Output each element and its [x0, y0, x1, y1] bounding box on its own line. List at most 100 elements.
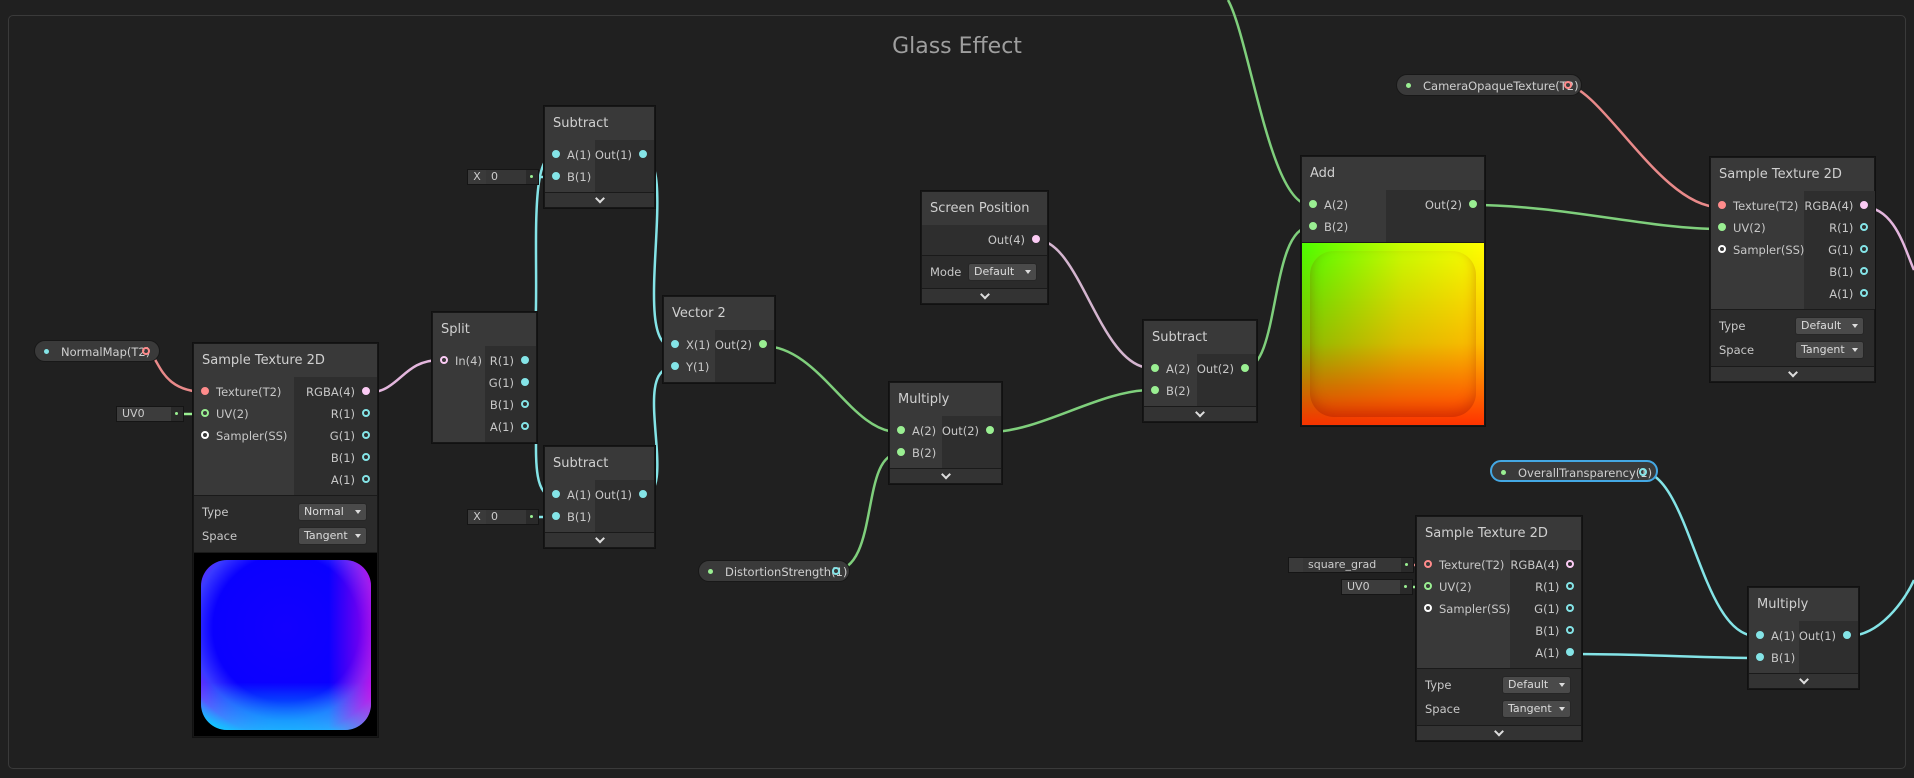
output-port[interactable]: G(1)	[1804, 239, 1875, 261]
port-connector-icon[interactable]	[897, 448, 905, 456]
port-connector-icon[interactable]	[362, 387, 370, 395]
output-port[interactable]: B(1)	[294, 447, 377, 469]
port-connector-icon[interactable]	[1151, 386, 1159, 394]
port-connector-icon[interactable]	[1756, 631, 1764, 639]
subtract-b-inline-field[interactable]: X 0	[467, 509, 539, 525]
port-connector-icon[interactable]	[1424, 582, 1432, 590]
node-title[interactable]: Sample Texture 2D	[1417, 517, 1581, 550]
port-connector-icon[interactable]	[1309, 200, 1317, 208]
output-port[interactable]: G(1)	[294, 425, 377, 447]
port-connector-icon[interactable]	[639, 490, 647, 498]
node-title[interactable]: Screen Position	[922, 192, 1047, 225]
texture-name-value[interactable]: square_grad	[1303, 558, 1401, 572]
port-connector-icon[interactable]	[1718, 223, 1726, 231]
output-port[interactable]: R(1)	[1804, 217, 1875, 239]
node-title[interactable]: Multiply	[1749, 588, 1858, 621]
input-port[interactable]: B(1)	[1749, 647, 1799, 669]
port-connector-icon[interactable]	[1756, 653, 1764, 661]
expand-chevron-icon[interactable]	[1711, 366, 1874, 381]
expand-chevron-icon[interactable]	[545, 532, 654, 547]
space-dropdown[interactable]: Tangent	[298, 527, 367, 545]
output-port[interactable]: B(1)	[1804, 261, 1875, 283]
mode-dropdown[interactable]: Default	[968, 263, 1037, 281]
expand-chevron-icon[interactable]	[922, 288, 1047, 303]
subtract-b-inline-field[interactable]: X 0	[467, 169, 539, 185]
port-connector-icon[interactable]	[521, 422, 529, 430]
output-port[interactable]: G(1)	[1510, 598, 1581, 620]
port-connector-icon[interactable]	[1309, 222, 1317, 230]
input-port[interactable]: A(2)	[890, 420, 942, 442]
node-title[interactable]: Vector 2	[664, 297, 774, 330]
output-port[interactable]: B(1)	[1510, 620, 1581, 642]
output-port[interactable]: A(1)	[294, 469, 377, 491]
output-port[interactable]: Out(1)	[595, 484, 654, 506]
output-port[interactable]: RGBA(4)	[1804, 195, 1875, 217]
multiply-node-right[interactable]: Multiply A(1) B(1) Out(1)	[1748, 587, 1859, 689]
port-connector-icon[interactable]	[201, 431, 209, 439]
subtract-node-bottom[interactable]: Subtract A(1) B(1) Out(1)	[544, 446, 655, 548]
port-connector-icon[interactable]	[1718, 201, 1726, 209]
port-connector-icon[interactable]	[986, 426, 994, 434]
node-title[interactable]: Sample Texture 2D	[1711, 158, 1874, 191]
input-port[interactable]: B(2)	[1302, 216, 1386, 238]
subtract-node-mid[interactable]: Subtract A(2) B(2) Out(2)	[1143, 320, 1257, 422]
normal-map-property[interactable]: NormalMap(T2)	[34, 340, 160, 362]
port-connector-icon[interactable]	[671, 340, 679, 348]
sample-texture-2d-node[interactable]: Sample Texture 2D Texture(T2) UV(2) Samp…	[1710, 157, 1876, 382]
port-connector-icon[interactable]	[1469, 200, 1477, 208]
output-port[interactable]: A(1)	[1510, 642, 1581, 664]
input-port[interactable]: Texture(T2)	[1417, 554, 1510, 576]
output-port[interactable]: A(1)	[485, 416, 537, 438]
port-connector-icon[interactable]	[1843, 631, 1851, 639]
input-port[interactable]: B(1)	[545, 506, 595, 528]
sample-texture-2d-node[interactable]: Sample Texture 2D Texture(T2) UV(2) Samp…	[193, 343, 378, 737]
port-connector-icon[interactable]	[671, 362, 679, 370]
output-port[interactable]	[832, 567, 840, 575]
node-title[interactable]: Sample Texture 2D	[194, 344, 377, 377]
split-node[interactable]: Split In(4) R(1) G(1) B(1) A(1)	[432, 312, 537, 443]
port-connector-icon[interactable]	[552, 172, 560, 180]
port-connector-icon[interactable]	[1566, 582, 1575, 590]
output-port[interactable]: Out(2)	[1386, 194, 1484, 216]
port-connector-icon[interactable]	[1424, 604, 1432, 612]
port-connector-icon[interactable]	[1860, 289, 1869, 297]
input-port[interactable]: A(2)	[1302, 194, 1386, 216]
camera-opaque-property[interactable]: CameraOpaqueTexture(T2)	[1396, 74, 1582, 96]
x-value-input[interactable]: 0	[486, 170, 526, 184]
input-port[interactable]: UV(2)	[1711, 217, 1804, 239]
node-title[interactable]: Split	[433, 313, 536, 346]
port-connector-icon[interactable]	[1860, 245, 1869, 253]
input-port[interactable]: B(1)	[545, 166, 595, 188]
output-port[interactable]: RGBA(4)	[1510, 554, 1581, 576]
output-port[interactable]	[1639, 468, 1647, 476]
subtract-node-top[interactable]: Subtract A(1) B(1) Out(1)	[544, 106, 655, 208]
shader-graph-canvas[interactable]: Glass Effect NormalMap(T2) CameraOpaqueT…	[0, 0, 1914, 778]
distortion-strength-property[interactable]: DistortionStrength(1)	[698, 560, 850, 582]
output-port[interactable]: A(1)	[1804, 283, 1875, 305]
type-dropdown[interactable]: Default	[1502, 676, 1571, 694]
port-connector-icon[interactable]	[362, 475, 370, 483]
node-title[interactable]: Multiply	[890, 383, 1001, 416]
port-connector-icon[interactable]	[201, 409, 209, 417]
input-port[interactable]: In(4)	[433, 350, 485, 372]
output-port[interactable]: R(1)	[485, 350, 537, 372]
port-connector-icon[interactable]	[552, 150, 560, 158]
output-port[interactable]: Out(1)	[595, 144, 654, 166]
port-connector-icon[interactable]	[639, 150, 647, 158]
port-connector-icon[interactable]	[1860, 267, 1869, 275]
overall-transparency-property[interactable]: OverallTransparency(1)	[1490, 460, 1658, 482]
expand-chevron-icon[interactable]	[545, 192, 654, 207]
input-port[interactable]: A(1)	[545, 144, 595, 166]
port-connector-icon[interactable]	[362, 431, 370, 439]
output-port[interactable]: RGBA(4)	[294, 381, 377, 403]
expand-chevron-icon[interactable]	[1144, 406, 1256, 421]
node-title[interactable]: Add	[1302, 157, 1484, 190]
port-connector-icon[interactable]	[1151, 364, 1159, 372]
port-connector-icon[interactable]	[1718, 245, 1726, 253]
input-port[interactable]: Sampler(SS)	[194, 425, 294, 447]
input-port[interactable]: X(1)	[664, 334, 715, 356]
output-port[interactable]: Out(2)	[942, 420, 1001, 442]
output-port[interactable]	[142, 347, 150, 355]
port-connector-icon[interactable]	[1566, 560, 1575, 568]
input-port[interactable]: Sampler(SS)	[1417, 598, 1510, 620]
